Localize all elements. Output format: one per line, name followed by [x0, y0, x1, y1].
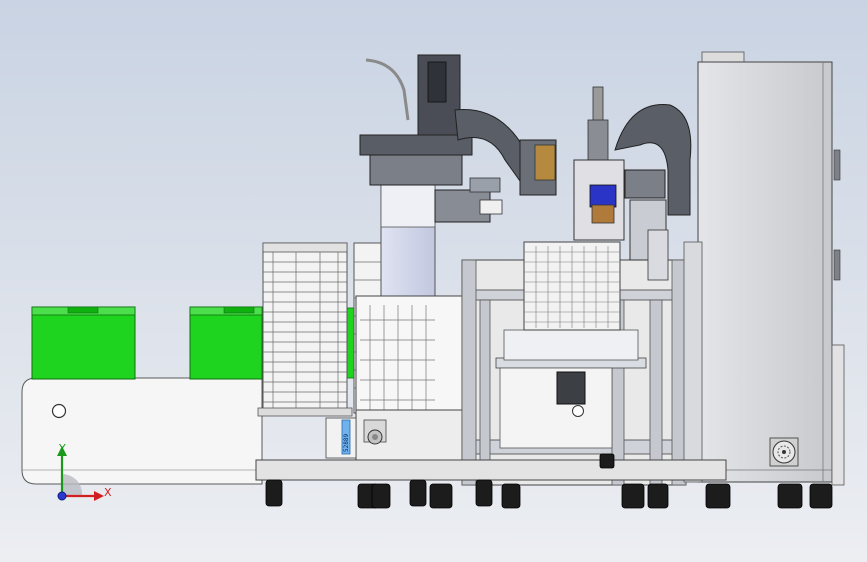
x-axis-label: X: [104, 486, 112, 499]
axis-triad: X Y: [48, 438, 118, 508]
z-axis-dot-icon: [57, 491, 67, 501]
cad-viewport[interactable]: 52889 X Y: [0, 0, 867, 562]
center-column: [380, 184, 436, 300]
id-sticker-text: 52889: [343, 434, 350, 452]
mount-hole: [51, 403, 67, 419]
slotted-tray: [523, 241, 621, 331]
clamp-block: [556, 371, 586, 405]
y-axis-label: Y: [59, 442, 66, 455]
cooling-fan-icon: [769, 437, 799, 467]
green-tote-right: [189, 306, 263, 380]
tray-rack-left: [257, 242, 353, 417]
base-rail: [255, 459, 727, 481]
cabinet-side-panel: [683, 241, 703, 483]
blue-gripper-block: [589, 184, 617, 208]
assembly-model[interactable]: 52889: [0, 0, 867, 562]
electrical-cabinet: [697, 51, 845, 486]
green-tote-left: [31, 306, 136, 380]
